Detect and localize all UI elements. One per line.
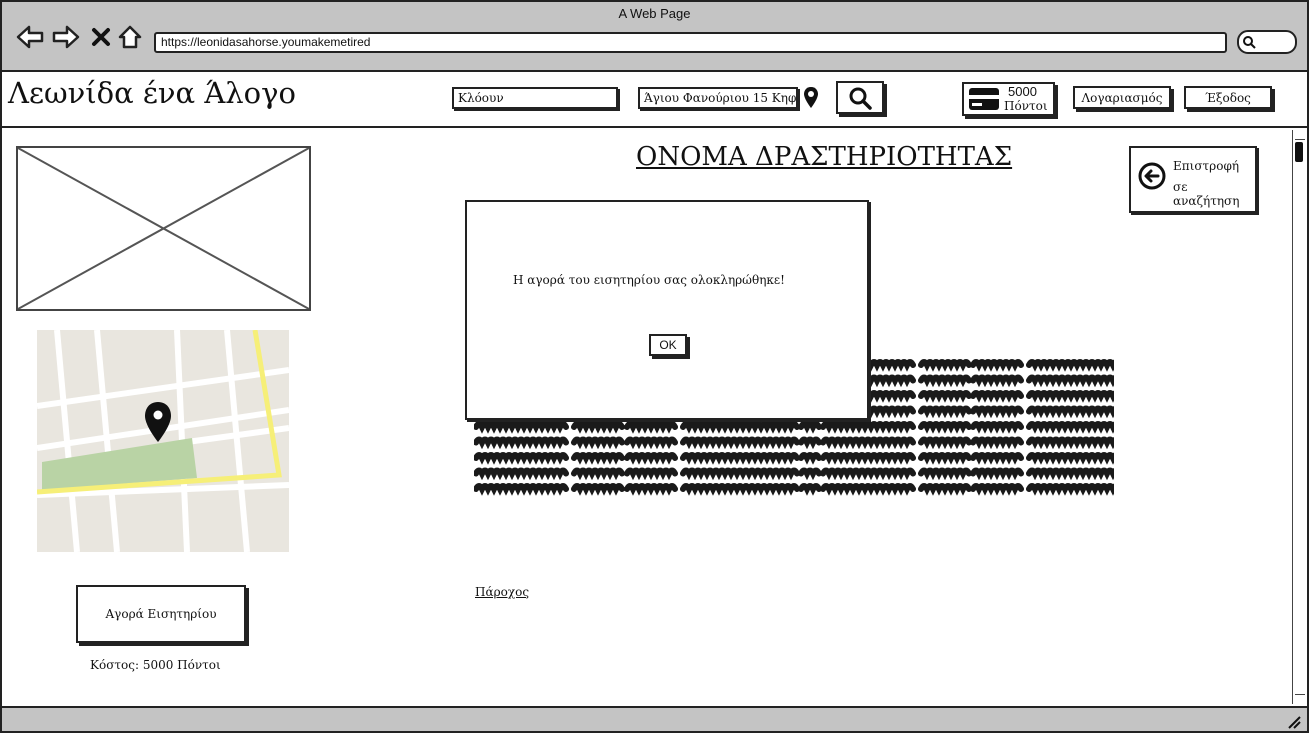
points-label: Πόντοι: [1004, 99, 1048, 113]
scribble-word: [918, 436, 972, 450]
scribble-word: [680, 436, 800, 450]
scribble-word: [918, 421, 972, 434]
scribble-word: [571, 452, 625, 465]
resize-grip-icon[interactable]: [1285, 713, 1301, 729]
scribble-word: [1026, 405, 1122, 419]
scribble-word: [571, 483, 625, 496]
location-map[interactable]: [37, 330, 289, 552]
site-logo[interactable]: Λεωνίδα ένα Άλογο: [8, 76, 296, 110]
scribble-word: [1026, 390, 1122, 403]
scribble-word: [798, 452, 822, 465]
scroll-down-arrow[interactable]: [1295, 694, 1305, 703]
scribble-word: [820, 467, 916, 481]
dialog-message: Η αγορά του εισητηρίου σας ολοκληρώθηκε!: [513, 273, 785, 287]
scribble-word: [680, 452, 800, 465]
scribble-word: [624, 467, 678, 481]
scribble-word: [1026, 421, 1122, 434]
scribble-word: [473, 436, 569, 450]
window-title: A Web Page: [618, 6, 691, 21]
scribble-word: [624, 436, 678, 450]
map-location-pin-icon: [145, 402, 171, 442]
scribble-word: [970, 405, 1024, 419]
ok-button[interactable]: OK: [649, 334, 687, 356]
scribble-word: [624, 452, 678, 465]
scribble-word: [571, 467, 625, 481]
scribble-word: [571, 421, 625, 434]
back-arrow-icon[interactable]: [15, 22, 45, 52]
provider-link[interactable]: Πάροχος: [475, 585, 529, 599]
scribble-word: [1026, 374, 1122, 388]
scribble-word: [798, 436, 822, 450]
scribble-word: [918, 390, 972, 403]
scribble-word: [473, 467, 569, 481]
browser-search-icon: [1243, 36, 1256, 49]
scribble-word: [970, 436, 1024, 450]
scroll-up-arrow[interactable]: [1295, 131, 1305, 140]
scribble-word: [820, 452, 916, 465]
search-icon: [849, 87, 872, 110]
scribble-word: [624, 483, 678, 496]
activity-image-placeholder: [16, 146, 311, 311]
scribble-word: [918, 359, 972, 372]
ticket-cost: Κόστος: 5000 Πόντοι: [90, 658, 221, 672]
scribble-word: [1026, 436, 1122, 450]
scribble-word: [571, 436, 625, 450]
scribble-word: [918, 405, 972, 419]
scroll-thumb[interactable]: [1295, 142, 1303, 162]
scribble-word: [1026, 452, 1122, 465]
status-bar: [2, 706, 1307, 733]
scribble-word: [1026, 483, 1122, 496]
scribble-word: [918, 483, 972, 496]
search-button[interactable]: [836, 81, 884, 114]
scribble-word: [1026, 467, 1122, 481]
close-x-icon[interactable]: [86, 22, 116, 52]
vertical-scrollbar[interactable]: [1292, 130, 1307, 704]
scribble-word: [820, 421, 916, 434]
scribble-word: [820, 483, 916, 496]
buy-ticket-button[interactable]: Αγορά Εισητηρίου: [76, 585, 246, 643]
scribble-word: [473, 483, 569, 496]
scribble-word: [970, 359, 1024, 372]
back-to-search-button[interactable]: Επιστροφή σε αναζήτηση: [1129, 146, 1257, 213]
purchase-complete-dialog: Η αγορά του εισητηρίου σας ολοκληρώθηκε!…: [465, 200, 869, 420]
scribble-word: [820, 436, 916, 450]
scribble-word: [970, 483, 1024, 496]
points-value: 5000: [1008, 84, 1037, 99]
scribble-word: [970, 452, 1024, 465]
back-label-line2: σε αναζήτηση: [1173, 180, 1240, 208]
scribble-word: [1026, 359, 1122, 372]
scribble-word: [680, 421, 800, 434]
scribble-word: [473, 452, 569, 465]
location-pin-icon[interactable]: [802, 86, 820, 114]
circle-back-arrow-icon: [1138, 162, 1166, 190]
url-bar[interactable]: https://leonidasahorse.youmakemetired: [154, 32, 1227, 53]
scribble-word: [918, 452, 972, 465]
scribble-word: [624, 421, 678, 434]
card-icon: [969, 88, 999, 110]
scribble-word: [798, 467, 822, 481]
account-button[interactable]: Λογαριασμός: [1073, 86, 1171, 109]
scribble-word: [798, 483, 822, 496]
scribble-word: [680, 467, 800, 481]
scribble-word: [970, 390, 1024, 403]
forward-arrow-icon[interactable]: [51, 22, 81, 52]
browser-search-field[interactable]: [1237, 30, 1297, 54]
scribble-word: [918, 374, 972, 388]
activity-title: ΟΝΟΜΑ ΔΡΑΣΤΗΡΙΟΤΗΤΑΣ: [636, 142, 1013, 172]
scribble-word: [798, 421, 822, 434]
home-icon[interactable]: [115, 22, 145, 52]
scribble-word: [918, 467, 972, 481]
scribble-word: [970, 374, 1024, 388]
scribble-word: [970, 421, 1024, 434]
logout-button[interactable]: Έξοδος: [1184, 86, 1272, 109]
location-input[interactable]: Άγιου Φανούριου 15 Κηφισιά: [638, 87, 798, 109]
scribble-word: [680, 483, 800, 496]
back-label-line1: Επιστροφή: [1173, 159, 1240, 173]
scribble-word: [970, 467, 1024, 481]
scribble-word: [473, 421, 569, 434]
points-balance[interactable]: 5000 Πόντοι: [962, 82, 1055, 116]
search-input[interactable]: Κλόουν: [452, 87, 618, 109]
